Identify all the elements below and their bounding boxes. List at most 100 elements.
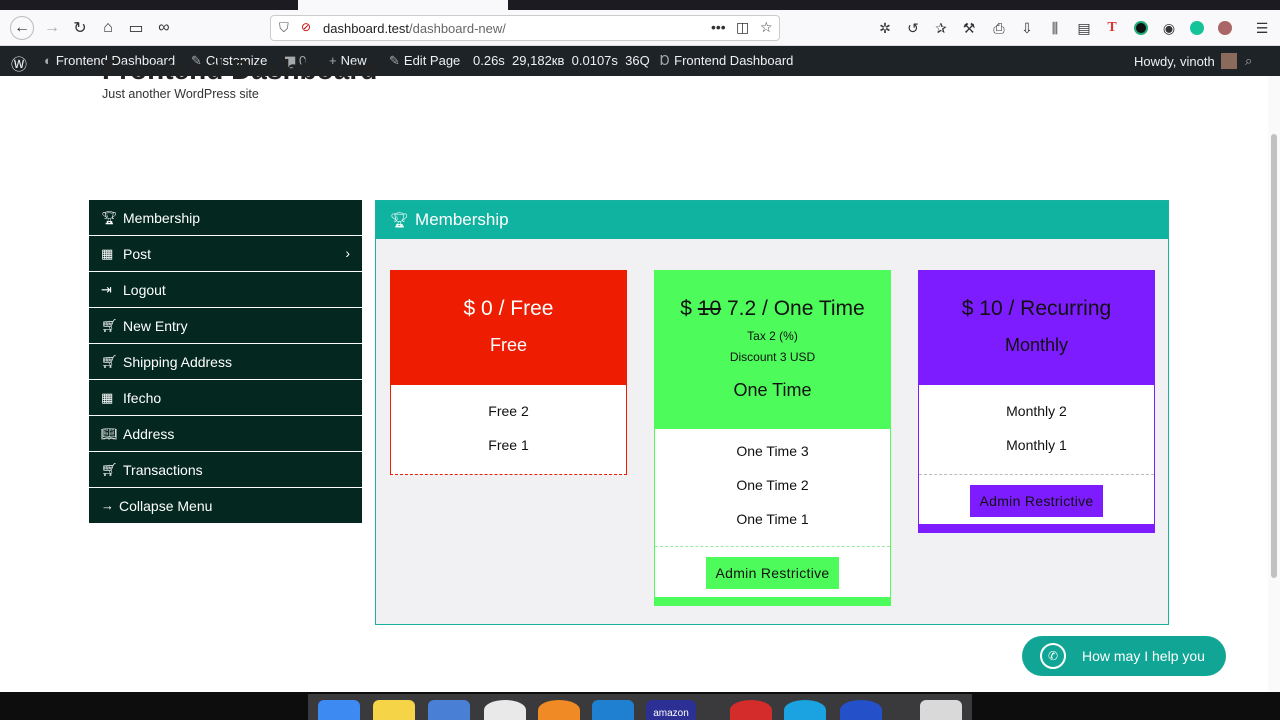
plan-features: One Time 3 One Time 2 One Time 1	[655, 429, 890, 546]
dashboard-icon: ◐	[44, 53, 52, 68]
admin-bar-plugin-label: Frontend Dashboard	[674, 53, 794, 68]
sidebar-item-ifecho[interactable]: ▦ Ifecho	[89, 380, 362, 415]
whatsapp-icon: ✆	[1040, 643, 1066, 669]
browser-toolbar: ← → ↻ ⌂ ▭ ∞ ⛉ ⊘ dashboard.test/dashboard…	[0, 10, 1280, 46]
notes-icon[interactable]	[373, 700, 415, 720]
url-text[interactable]: dashboard.test/dashboard-new/	[323, 21, 506, 36]
finder-icon[interactable]	[318, 700, 360, 720]
plan-features: Monthly 2 Monthly 1	[919, 385, 1154, 474]
chevron-right-icon: ›	[345, 245, 350, 261]
active-tab[interactable]	[298, 0, 508, 10]
shield-icon[interactable]: ⛉	[279, 20, 289, 36]
plan-card-footer	[919, 524, 1154, 532]
plan-action: Admin Restrictive	[655, 546, 890, 597]
cart-icon: 🛒︎	[101, 353, 118, 369]
sidebar-item-membership[interactable]: 🏆︎ Membership	[89, 200, 362, 235]
plan-action: Admin Restrictive	[919, 474, 1154, 524]
more-actions-icon[interactable]: •••	[711, 19, 726, 35]
plan-price: $ 10 / Recurring	[961, 297, 1112, 320]
plan-name: Monthly	[1004, 335, 1069, 355]
sidebar-icon[interactable]: ▤	[1074, 18, 1094, 38]
sidebar-item-post[interactable]: ▦ Post ›	[89, 236, 362, 271]
plugin-d-icon: Ɒ	[660, 53, 671, 68]
admin-bar-edit-page[interactable]: ✎ Edit Page	[389, 53, 460, 69]
wrench-icon[interactable]: ⚒	[959, 18, 979, 38]
pocket-icon[interactable]: ◫	[736, 19, 749, 36]
plan-name: Free	[489, 335, 527, 355]
sidebar-item-address[interactable]: 📖︎ Address	[89, 416, 362, 451]
plan-feature: One Time 1	[736, 511, 809, 527]
cart-icon: 🛒︎	[101, 317, 118, 333]
app-icon[interactable]	[840, 700, 882, 720]
admin-bar-plugin[interactable]: Ɒ Frontend Dashboard	[660, 53, 793, 69]
dashboard-sidebar: 🏆︎ Membership ▦ Post › ⇥ Logout 🛒︎ New Entry …	[89, 200, 362, 524]
amazon-icon[interactable]: amazon	[646, 700, 696, 720]
home-icon[interactable]: ⌂	[96, 16, 120, 40]
whatsapp-chat-button[interactable]: ✆ How may I help you	[1022, 636, 1226, 676]
admin-bar-query-monitor[interactable]: 0.26s 29,182кв 0.0107s 36Q	[473, 53, 650, 68]
admin-bar-account[interactable]: Howdy, vinoth	[1134, 53, 1238, 69]
account-icon[interactable]: ◉	[1159, 18, 1179, 38]
plan-card-head: $ 10 / Recurring Monthly	[919, 271, 1154, 385]
sidebar-item-collapse-menu[interactable]: → Collapse Menu	[89, 488, 362, 523]
reader-icon[interactable]: ▭	[124, 16, 148, 40]
insecure-lock-icon[interactable]: ⊘	[301, 20, 311, 34]
sidebar-item-shipping-address[interactable]: 🛒︎ Shipping Address	[89, 344, 362, 379]
search-icon[interactable]: ⌕	[1245, 53, 1252, 69]
sidebar-item-new-entry[interactable]: 🛒︎ New Entry	[89, 308, 362, 343]
sidebar-item-label: Collapse Menu	[119, 497, 213, 514]
admin-restrictive-button[interactable]: Admin Restrictive	[706, 557, 839, 589]
bookmark-star-icon[interactable]: ☆	[760, 19, 773, 36]
reload-icon[interactable]: ↻	[68, 16, 92, 40]
print-icon[interactable]: ⎙	[989, 18, 1009, 38]
book-icon: 📖︎	[101, 425, 118, 441]
sidebar-item-label: Membership	[123, 209, 201, 226]
vscode-icon[interactable]	[592, 700, 634, 720]
plan-card-head: $ 0 / Free Free	[391, 271, 626, 385]
extension-t-icon[interactable]: T	[1102, 18, 1122, 38]
calendar-icon: ▦	[101, 245, 114, 261]
download-icon[interactable]: ⇩	[1017, 18, 1037, 38]
extension-star-icon[interactable]: ✰	[931, 18, 951, 38]
sidebar-item-label: Ifecho	[123, 389, 162, 406]
skype-icon[interactable]	[784, 700, 826, 720]
firefox-icon[interactable]	[538, 700, 580, 720]
url-host: dashboard.test	[323, 21, 410, 36]
extension-grammar-icon[interactable]	[1187, 18, 1207, 38]
plan-card-one-time: $ 10 7.2 / One Time Tax 2 (%) Discount 3…	[654, 270, 891, 606]
admin-restrictive-button[interactable]: Admin Restrictive	[970, 485, 1103, 517]
plan-feature: Free 2	[488, 403, 529, 419]
trophy-icon: 🏆︎	[390, 212, 410, 229]
wordpress-logo-icon[interactable]: Ⓦ	[11, 51, 27, 75]
scrollbar-thumb[interactable]	[1271, 134, 1277, 578]
stickies-icon[interactable]	[484, 700, 526, 720]
history-icon[interactable]: ↺	[903, 18, 923, 38]
plan-feature: Monthly 1	[1006, 437, 1067, 453]
back-icon[interactable]: ←	[10, 16, 34, 40]
sidebar-item-label: New Entry	[123, 317, 188, 334]
opera-icon[interactable]	[730, 700, 772, 720]
site-title[interactable]: Frontend Dashboard	[102, 54, 377, 86]
extension-gear-icon[interactable]: ✲	[875, 18, 895, 38]
trash-icon[interactable]	[920, 700, 962, 720]
panel-header: 🏆︎ Membership	[376, 201, 1168, 239]
library-icon[interactable]: ⫼	[1045, 18, 1065, 38]
page-scrollbar[interactable]	[1268, 76, 1280, 692]
menu-icon[interactable]: ☰	[1252, 18, 1272, 38]
sidebar-item-label: Transactions	[123, 461, 203, 478]
amazon-label: amazon	[653, 708, 689, 719]
sign-out-icon: ⇥	[101, 281, 112, 297]
sidebar-item-label: Post	[123, 245, 152, 262]
calendar-icon: ▦	[101, 389, 114, 405]
sidebar-item-logout[interactable]: ⇥ Logout	[89, 272, 362, 307]
sidebar-item-transactions[interactable]: 🛒︎ Transactions	[89, 452, 362, 487]
forward-icon[interactable]: →	[40, 16, 64, 40]
preview-icon[interactable]	[428, 700, 470, 720]
extension-circle-icon[interactable]	[1131, 18, 1151, 38]
plan-features: Free 2 Free 1	[391, 385, 626, 474]
url-bar[interactable]: ⛉ ⊘ dashboard.test/dashboard-new/ ••• ◫ …	[270, 15, 780, 41]
extension-ublock-icon[interactable]	[1215, 18, 1235, 38]
mask-icon[interactable]: ∞	[152, 16, 176, 40]
plan-feature: Monthly 2	[1006, 403, 1067, 419]
pencil-icon: ✎	[389, 53, 400, 68]
